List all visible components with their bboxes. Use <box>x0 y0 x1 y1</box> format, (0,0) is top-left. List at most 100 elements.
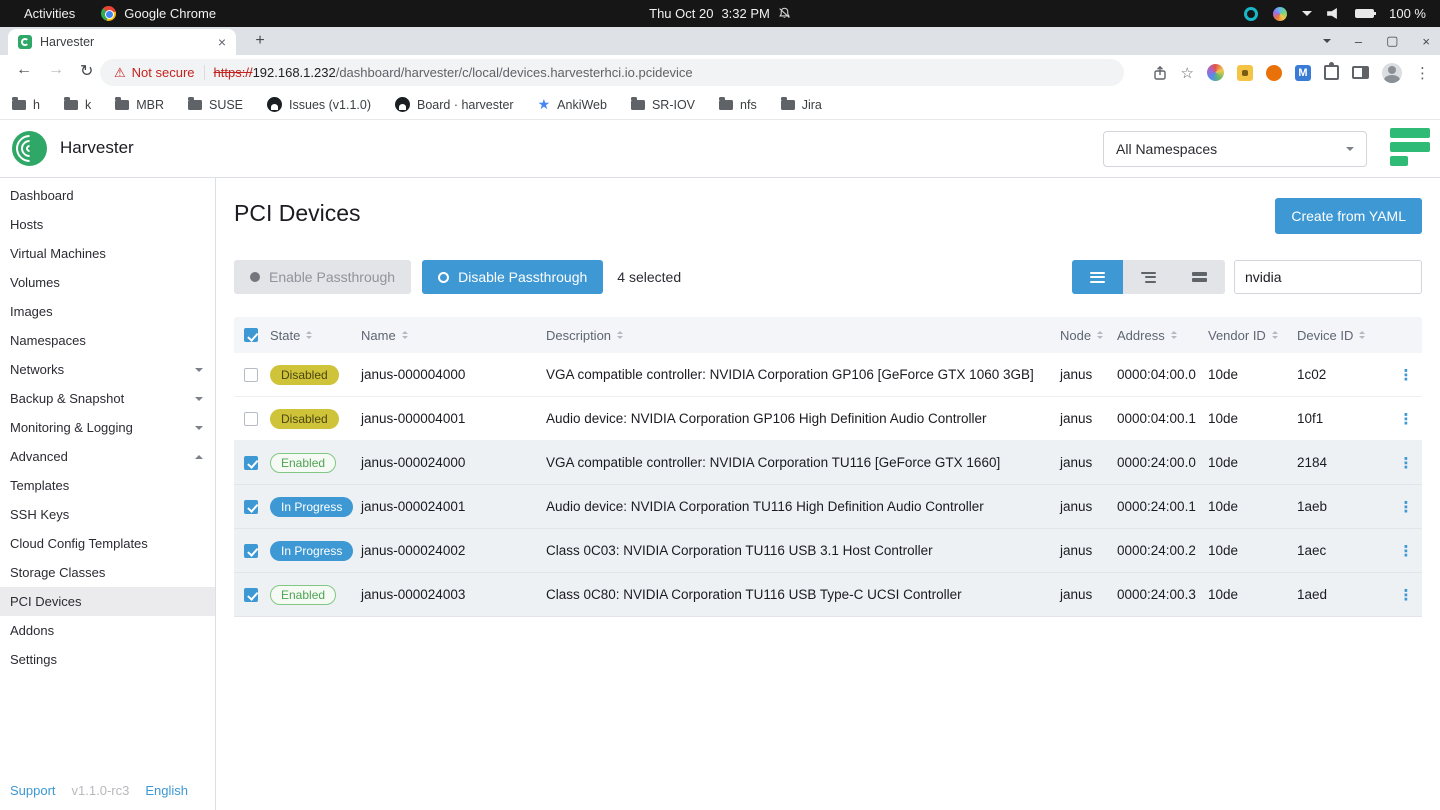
bookmark-folder-h[interactable]: h <box>12 98 40 112</box>
forward-button[interactable]: → <box>48 61 64 79</box>
extensions-puzzle-icon[interactable] <box>1324 65 1339 80</box>
row-actions-menu[interactable]: ⋮ <box>1399 454 1414 472</box>
address-bar[interactable]: ⚠ Not secure https:// 192.168.1.232 /das… <box>100 59 1124 86</box>
window-close-button[interactable]: × <box>1422 34 1430 49</box>
bookmark-folder-suse[interactable]: SUSE <box>188 98 243 112</box>
bookmark-star-icon[interactable]: ☆ <box>1181 64 1194 82</box>
view-toggle-flat[interactable] <box>1174 260 1225 294</box>
clock-date[interactable]: Thu Oct 20 <box>649 6 713 21</box>
create-from-yaml-button[interactable]: Create from YAML <box>1275 198 1422 234</box>
clock-time[interactable]: 3:32 PM <box>721 6 769 21</box>
header-vendor-id[interactable]: Vendor ID <box>1208 328 1297 343</box>
select-all-checkbox[interactable] <box>244 328 258 342</box>
cell-name: janus-000004000 <box>361 367 546 382</box>
sidebar-item-backup-snapshot[interactable]: Backup & Snapshot <box>0 384 215 413</box>
row-checkbox[interactable] <box>244 588 258 602</box>
sidebar-item-dashboard[interactable]: Dashboard <box>0 181 215 210</box>
cell-vendor-id: 10de <box>1208 587 1297 602</box>
bookmark-folder-sriov[interactable]: SR-IOV <box>631 98 695 112</box>
header-address[interactable]: Address <box>1117 328 1208 343</box>
sidebar-item-virtual-machines[interactable]: Virtual Machines <box>0 239 215 268</box>
reload-button[interactable]: ↻ <box>80 61 93 81</box>
header-device-id[interactable]: Device ID <box>1297 328 1390 343</box>
extension-orange-icon[interactable] <box>1266 65 1282 81</box>
sidebar-item-volumes[interactable]: Volumes <box>0 268 215 297</box>
battery-icon[interactable] <box>1355 9 1374 18</box>
row-checkbox[interactable] <box>244 500 258 514</box>
namespace-filter-select[interactable]: All Namespaces <box>1103 131 1367 167</box>
support-link[interactable]: Support <box>10 783 56 798</box>
sidebar-item-templates[interactable]: Templates <box>0 471 215 500</box>
browser-menu-icon[interactable]: ⋮ <box>1415 64 1430 82</box>
row-actions-menu[interactable]: ⋮ <box>1399 586 1414 604</box>
view-toggle-grouped[interactable] <box>1123 260 1174 294</box>
row-actions-menu[interactable]: ⋮ <box>1399 410 1414 428</box>
new-tab-button[interactable]: + <box>248 32 272 50</box>
extension-yellow-icon[interactable] <box>1237 65 1253 81</box>
activities-button[interactable]: Activities <box>24 6 75 21</box>
network-status-icon[interactable] <box>1302 11 1312 21</box>
bookmark-folder-nfs[interactable]: nfs <box>719 98 757 112</box>
sidebar-item-monitoring-logging[interactable]: Monitoring & Logging <box>0 413 215 442</box>
chevron-up-icon <box>195 451 203 459</box>
language-link[interactable]: English <box>145 783 188 798</box>
sidebar-item-hosts[interactable]: Hosts <box>0 210 215 239</box>
view-toggle-list[interactable] <box>1072 260 1123 294</box>
pci-devices-table: State Name Description Node Address Vend… <box>234 317 1422 617</box>
row-checkbox[interactable] <box>244 544 258 558</box>
row-actions-menu[interactable]: ⋮ <box>1399 498 1414 516</box>
window-maximize-button[interactable]: ▢ <box>1386 33 1398 49</box>
header-node[interactable]: Node <box>1060 328 1117 343</box>
sidebar-item-advanced[interactable]: Advanced <box>0 442 215 471</box>
enable-passthrough-button[interactable]: Enable Passthrough <box>234 260 411 294</box>
sort-icon <box>1359 328 1365 342</box>
header-description[interactable]: Description <box>546 328 1060 343</box>
sidebar-item-namespaces[interactable]: Namespaces <box>0 326 215 355</box>
share-icon[interactable] <box>1152 65 1168 81</box>
sidebar-item-settings[interactable]: Settings <box>0 645 215 674</box>
row-checkbox[interactable] <box>244 368 258 382</box>
bookmark-board-harvester[interactable]: Board · harvester <box>395 97 514 112</box>
harvester-logo[interactable] <box>12 131 47 166</box>
sidebar-item-pci-devices[interactable]: PCI Devices <box>0 587 215 616</box>
folder-icon <box>781 100 795 110</box>
sidebar-item-networks[interactable]: Networks <box>0 355 215 384</box>
disable-passthrough-button[interactable]: Disable Passthrough <box>422 260 603 294</box>
tab-search-chevron-icon[interactable] <box>1323 39 1331 47</box>
sidebar-item-ssh-keys[interactable]: SSH Keys <box>0 500 215 529</box>
row-actions-menu[interactable]: ⋮ <box>1399 542 1414 560</box>
tray-app-color-icon[interactable] <box>1273 7 1287 21</box>
cell-address: 0000:24:00.1 <box>1117 499 1208 514</box>
sidebar-item-images[interactable]: Images <box>0 297 215 326</box>
app-header: Harvester All Namespaces <box>0 120 1440 178</box>
focused-app-menu[interactable]: Google Chrome <box>101 6 216 21</box>
namespace-filter-value: All Namespaces <box>1116 141 1217 157</box>
bookmark-ankiweb[interactable]: ★AnkiWeb <box>538 96 607 113</box>
header-state[interactable]: State <box>270 328 361 343</box>
sidebar-item-cloud-config-templates[interactable]: Cloud Config Templates <box>0 529 215 558</box>
volume-icon[interactable] <box>1327 8 1340 19</box>
sidebar-item-storage-classes[interactable]: Storage Classes <box>0 558 215 587</box>
bookmark-folder-jira[interactable]: Jira <box>781 98 822 112</box>
folder-icon <box>631 100 645 110</box>
tray-app-ring-icon[interactable] <box>1244 7 1258 21</box>
not-secure-label[interactable]: Not secure <box>132 65 195 80</box>
extension-m-icon[interactable]: M <box>1295 65 1311 81</box>
side-panel-icon[interactable] <box>1352 66 1369 79</box>
row-checkbox[interactable] <box>244 412 258 426</box>
back-button[interactable]: ← <box>16 61 32 79</box>
bookmark-folder-k[interactable]: k <box>64 98 91 112</box>
row-checkbox[interactable] <box>244 456 258 470</box>
rancher-logo[interactable] <box>1390 127 1432 169</box>
sidebar-item-addons[interactable]: Addons <box>0 616 215 645</box>
bookmark-issues[interactable]: Issues (v1.1.0) <box>267 97 371 112</box>
profile-avatar[interactable] <box>1382 63 1402 83</box>
window-minimize-button[interactable]: – <box>1355 34 1362 49</box>
header-name[interactable]: Name <box>361 328 546 343</box>
search-input[interactable] <box>1234 260 1422 294</box>
row-actions-menu[interactable]: ⋮ <box>1399 366 1414 384</box>
tab-close-icon[interactable]: × <box>218 35 226 49</box>
extension-pinwheel-icon[interactable] <box>1207 64 1224 81</box>
browser-tab-harvester[interactable]: Harvester × <box>8 29 236 55</box>
bookmark-folder-mbr[interactable]: MBR <box>115 98 164 112</box>
